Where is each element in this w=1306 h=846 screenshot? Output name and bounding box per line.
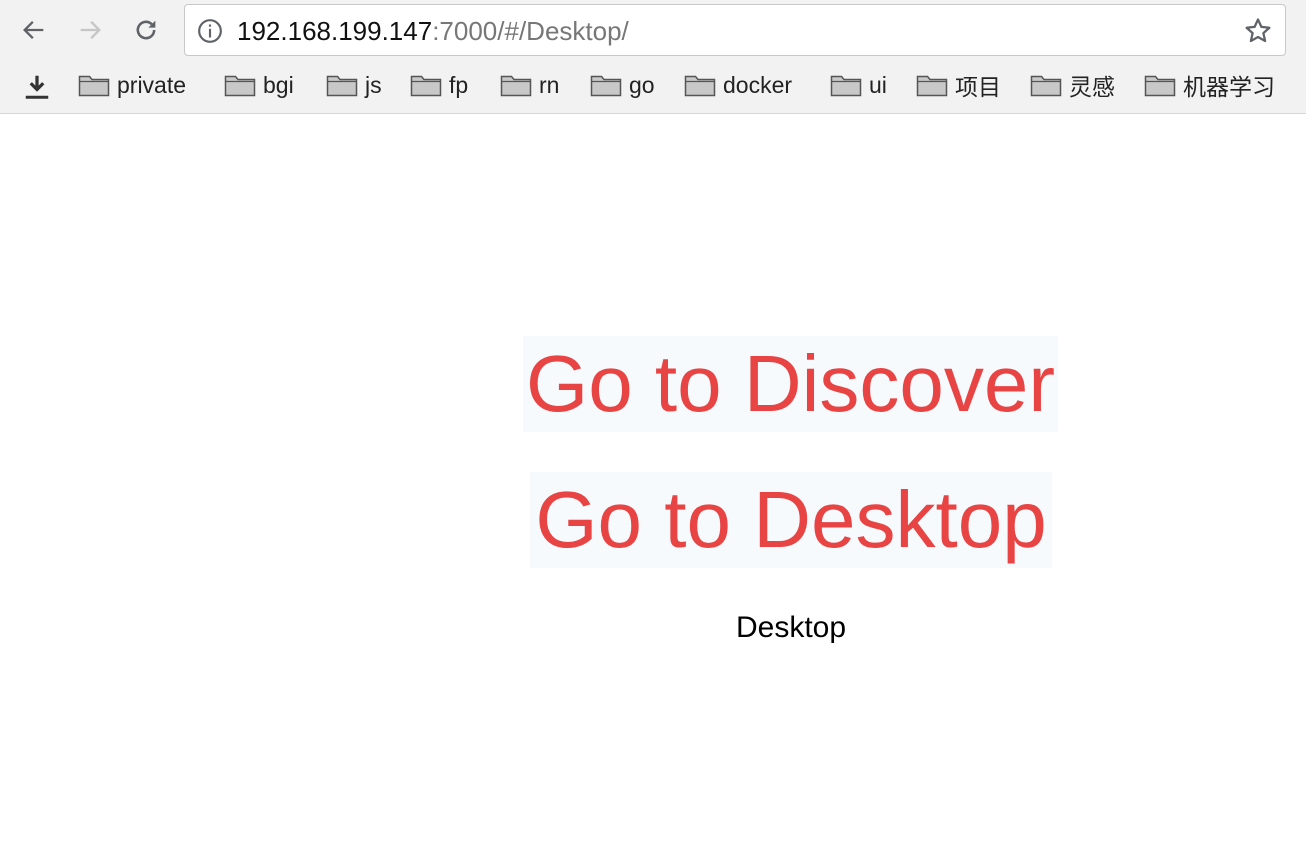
folder-icon [224,75,256,97]
folder-icon [500,75,532,97]
bookmark-label: rn [539,71,560,98]
bookmark-label: 项目 [955,74,1001,100]
star-icon[interactable] [1243,16,1273,46]
reload-button[interactable] [128,12,164,48]
address-bar[interactable]: 192.168.199.147:7000/#/Desktop/ [184,4,1286,56]
bookmark-go[interactable]: go [590,70,655,100]
folder-icon [684,75,716,97]
bookmark-label: docker [723,71,793,98]
go-to-desktop-link[interactable]: Go to Desktop [530,472,1052,568]
bookmark-label: ui [869,71,887,98]
folder-icon [830,75,862,97]
url-host: 192.168.199.147 [237,16,433,46]
bookmark-project[interactable]: 项目 [916,70,1001,100]
bookmark-label: 灵感 [1069,74,1115,100]
bookmark-label: js [365,71,382,98]
bookmark-label: fp [449,71,469,98]
folder-icon [78,75,110,97]
go-to-discover-link[interactable]: Go to Discover [523,336,1058,432]
bookmark-docker[interactable]: docker [684,70,792,100]
back-button[interactable] [16,12,52,48]
bookmark-inspiration[interactable]: 灵感 [1030,70,1115,100]
bookmark-label: 机器学习 [1183,74,1275,100]
bookmark-rn[interactable]: rn [500,70,559,100]
folder-icon [1144,75,1176,97]
page-content: Go to Discover Go to Desktop Desktop [0,115,1306,846]
bookmark-ui[interactable]: ui [830,70,887,100]
current-page-label: Desktop [735,611,847,644]
info-icon[interactable] [197,18,223,44]
folder-icon [1030,75,1062,97]
bookmarks-bar: private bgi js fp rn go docker ui 项目 灵感 … [0,64,1306,106]
bookmark-fp[interactable]: fp [410,70,468,100]
bookmark-private[interactable]: private [78,70,186,100]
arrow-left-icon [23,21,44,39]
bookmark-label: private [117,71,187,98]
folder-icon [590,75,622,97]
folder-icon [410,75,442,97]
browser-chrome: 192.168.199.147:7000/#/Desktop/ private … [0,0,1306,114]
bookmark-label: go [629,71,655,98]
bookmark-js[interactable]: js [326,70,382,100]
bookmark-label: bgi [263,71,294,98]
folder-icon [326,75,358,97]
forward-button[interactable] [72,12,108,48]
url-text[interactable]: 192.168.199.147:7000/#/Desktop/ [237,17,629,45]
folder-icon [916,75,948,97]
bookmark-machine-learning[interactable]: 机器学习 [1144,70,1275,100]
bookmark-bgi[interactable]: bgi [224,70,294,100]
download-icon[interactable] [22,72,52,102]
url-path: :7000/#/Desktop/ [432,16,629,46]
reload-icon [136,20,156,40]
arrow-right-icon [80,21,101,39]
